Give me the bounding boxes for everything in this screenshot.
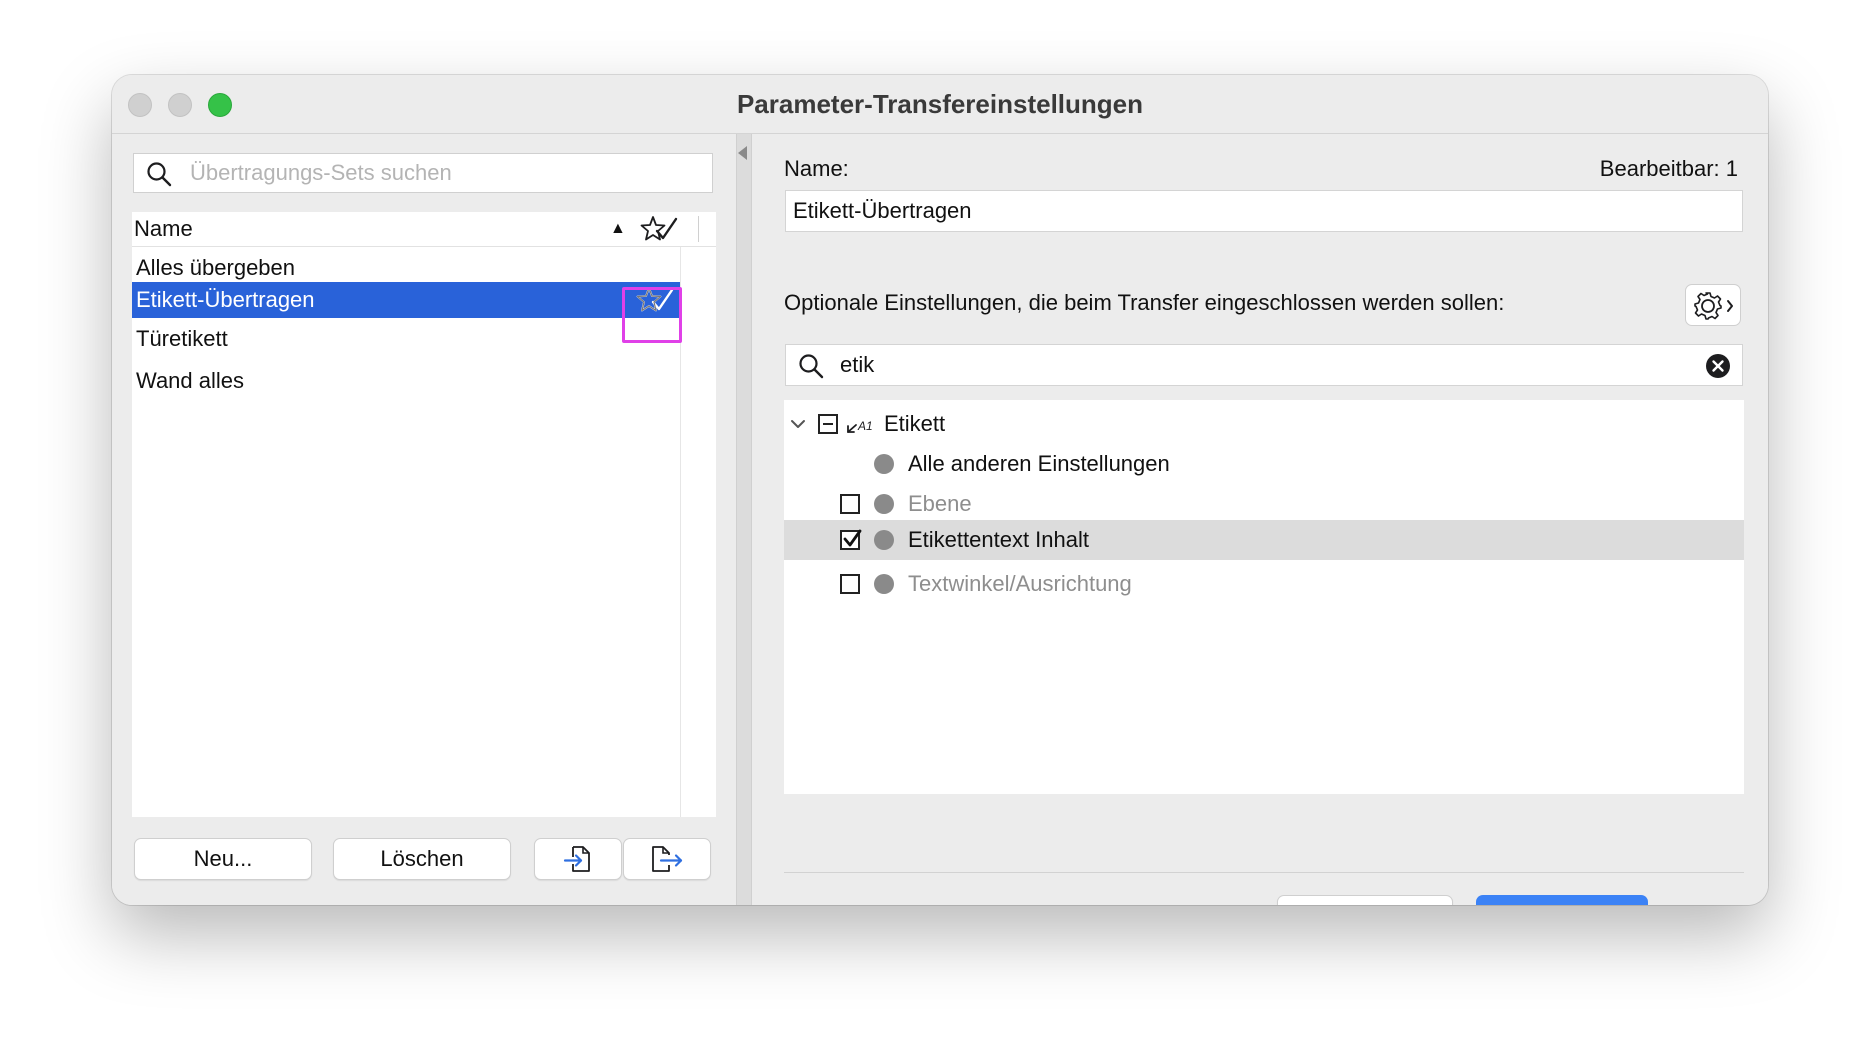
export-button[interactable] [623, 838, 711, 880]
filter-value: etik [840, 352, 875, 377]
import-button[interactable] [534, 838, 622, 880]
collapse-arrow-icon[interactable] [738, 146, 747, 160]
tree-item-checkbox-checked[interactable] [840, 529, 862, 550]
label-tool-icon: A1 [847, 419, 873, 433]
annotation-highlight [622, 287, 682, 343]
list-item-label: Wand alles [136, 368, 245, 393]
checkmark-icon [843, 529, 862, 547]
gear-icon [1694, 292, 1733, 320]
tree-item-checkbox[interactable] [840, 494, 860, 514]
footer-divider [784, 872, 1744, 873]
list-item-label: Etikett-Übertragen [136, 287, 315, 312]
dialog-window: Parameter-Transfereinstellungen Übertrag… [112, 75, 1768, 905]
tree-item-row[interactable]: Textwinkel/Ausrichtung [784, 560, 1744, 608]
name-field[interactable]: Etikett-Übertragen [785, 190, 1743, 232]
tree-item-row-highlighted[interactable]: Etikettentext Inhalt [784, 520, 1744, 560]
favorite-check-header-icon[interactable] [640, 214, 680, 244]
settings-pane: Name: Bearbeitbar: 1 Etikett-Übertragen … [752, 134, 1768, 905]
transfer-sets-search-input[interactable]: Übertragungs-Sets suchen [133, 153, 713, 193]
import-icon [563, 846, 590, 872]
tree-item-label: Textwinkel/Ausrichtung [908, 571, 1132, 596]
list-item-label: Türetikett [136, 326, 228, 351]
status-dot-icon [874, 574, 894, 594]
delete-button[interactable]: Löschen [333, 838, 511, 880]
name-label: Name: [784, 156, 849, 181]
column-header-name[interactable]: Name [134, 212, 193, 246]
settings-filter-input[interactable]: etik [785, 344, 1743, 386]
ok-button[interactable]: OK [1476, 895, 1648, 905]
list-item-selected[interactable]: Etikett-Übertragen [132, 282, 680, 318]
export-icon [652, 846, 683, 872]
list-item[interactable]: Wand alles [132, 360, 680, 402]
new-button[interactable]: Neu... [134, 838, 312, 880]
tree-item-label: Etikettentext Inhalt [908, 527, 1089, 552]
sort-ascending-icon[interactable]: ▲ [610, 218, 626, 240]
search-placeholder: Übertragungs-Sets suchen [190, 160, 452, 185]
search-icon [799, 354, 824, 379]
settings-tree: A1 Etikett Alle anderen Einstellungen Eb… [784, 400, 1744, 794]
optional-settings-label: Optionale Einstellungen, die beim Transf… [784, 290, 1505, 315]
tree-item-checkbox[interactable] [840, 574, 860, 594]
group-checkbox-mixed[interactable] [818, 414, 838, 434]
settings-menu-button[interactable] [1685, 284, 1741, 326]
cancel-button[interactable]: Abbrechen [1277, 895, 1453, 905]
list-header: Name ▲ [132, 212, 716, 247]
status-dot-icon [874, 494, 894, 514]
status-dot-icon [874, 454, 894, 474]
editable-count: Bearbeitbar: 1 [1599, 156, 1738, 181]
chevron-down-icon[interactable] [790, 416, 806, 432]
clear-search-icon[interactable] [1705, 353, 1731, 379]
window-title: Parameter-Transfereinstellungen [736, 89, 1144, 119]
title-bar: Parameter-Transfereinstellungen [112, 75, 1768, 134]
label-tool-text: A1 [857, 419, 873, 433]
transfer-sets-pane: Übertragungs-Sets suchen Name ▲ Alles üb… [112, 134, 736, 905]
status-dot-icon [874, 530, 894, 550]
header-divider [698, 216, 699, 242]
list-item[interactable]: Türetikett [132, 318, 680, 360]
pane-splitter[interactable] [736, 134, 752, 905]
search-icon [147, 162, 172, 187]
